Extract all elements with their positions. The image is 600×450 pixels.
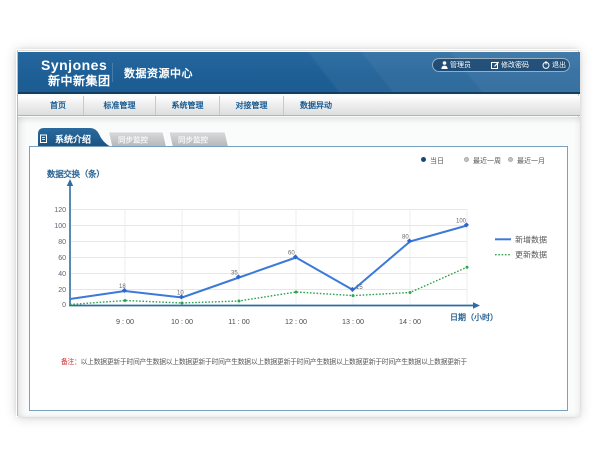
svg-text:12 : 00: 12 : 00 [285,317,307,326]
svg-text:100: 100 [456,219,467,225]
svg-text:100: 100 [54,223,66,230]
svg-text:60: 60 [58,255,66,262]
svg-text:系统介绍: 系统介绍 [55,134,91,145]
svg-text:80: 80 [58,239,66,246]
svg-text:18: 18 [119,284,126,290]
svg-text:20: 20 [58,287,66,294]
svg-text:15: 15 [356,285,363,291]
svg-text:新增数据: 新增数据 [515,234,547,244]
svg-text:40: 40 [58,271,66,278]
svg-text:更新数据: 更新数据 [515,250,547,260]
svg-text:11 : 00: 11 : 00 [228,317,249,326]
svg-text:10 : 00: 10 : 00 [171,317,193,326]
svg-text:10: 10 [177,291,184,297]
svg-text:0: 0 [62,302,66,309]
svg-text:14 : 00: 14 : 00 [399,317,421,326]
svg-text:120: 120 [54,207,66,214]
svg-text:同步监控: 同步监控 [118,135,148,145]
svg-text:60: 60 [288,251,295,257]
svg-text:同步监控: 同步监控 [178,135,208,145]
svg-text:日期（小时）: 日期（小时） [450,312,498,322]
svg-text:9 : 00: 9 : 00 [116,317,134,326]
svg-text:80: 80 [402,235,409,241]
svg-text:13 : 00: 13 : 00 [342,317,364,326]
svg-text:35: 35 [231,271,238,277]
